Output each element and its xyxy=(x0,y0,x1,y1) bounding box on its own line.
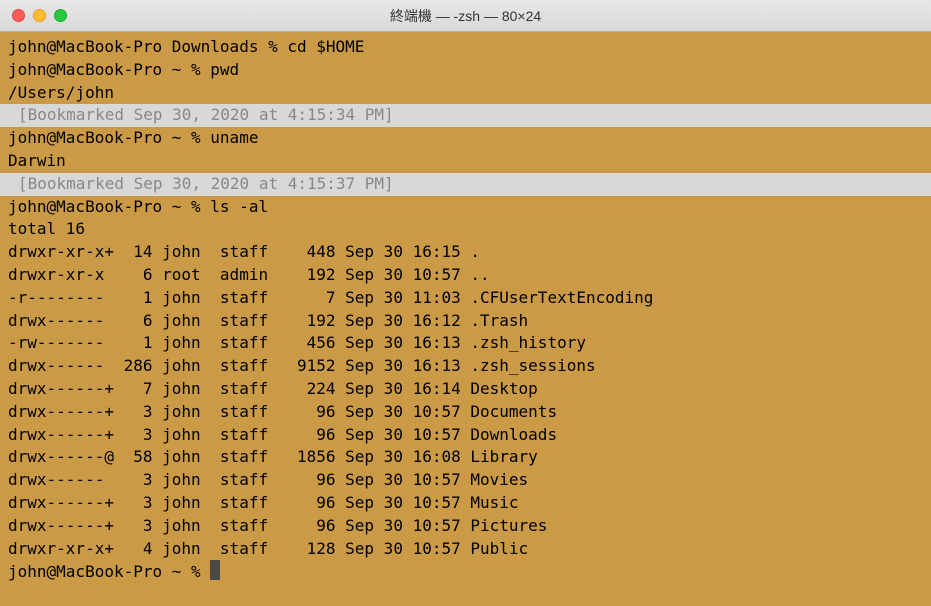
terminal-line: drwxr-xr-x+ 4 john staff 128 Sep 30 10:5… xyxy=(8,538,923,561)
close-button[interactable] xyxy=(12,9,25,22)
terminal-line: drwx------ 3 john staff 96 Sep 30 10:57 … xyxy=(8,469,923,492)
terminal-line: john@MacBook-Pro Downloads % cd $HOME xyxy=(8,36,923,59)
prompt-line: john@MacBook-Pro ~ % xyxy=(8,560,923,584)
terminal-line: drwx------+ 7 john staff 224 Sep 30 16:1… xyxy=(8,378,923,401)
terminal-line: drwx------+ 3 john staff 96 Sep 30 10:57… xyxy=(8,492,923,515)
terminal-line: john@MacBook-Pro ~ % pwd xyxy=(8,59,923,82)
terminal-line: -r-------- 1 john staff 7 Sep 30 11:03 .… xyxy=(8,287,923,310)
terminal-window: 終端機 — -zsh — 80×24 john@MacBook-Pro Down… xyxy=(0,0,931,606)
terminal-line: drwx------+ 3 john staff 96 Sep 30 10:57… xyxy=(8,424,923,447)
terminal-line: drwxr-xr-x+ 14 john staff 448 Sep 30 16:… xyxy=(8,241,923,264)
terminal-line: john@MacBook-Pro ~ % ls -al xyxy=(8,196,923,219)
terminal-line: drwx------@ 58 john staff 1856 Sep 30 16… xyxy=(8,446,923,469)
terminal-line: drwx------ 6 john staff 192 Sep 30 16:12… xyxy=(8,310,923,333)
window-title: 終端機 — -zsh — 80×24 xyxy=(12,6,919,26)
terminal-line: john@MacBook-Pro ~ % uname xyxy=(8,127,923,150)
terminal-area[interactable]: john@MacBook-Pro Downloads % cd $HOMEjoh… xyxy=(0,32,931,606)
terminal-line: drwxr-xr-x 6 root admin 192 Sep 30 10:57… xyxy=(8,264,923,287)
terminal-line: Darwin xyxy=(8,150,923,173)
terminal-line: drwx------+ 3 john staff 96 Sep 30 10:57… xyxy=(8,515,923,538)
titlebar[interactable]: 終端機 — -zsh — 80×24 xyxy=(0,0,931,32)
terminal-line: -rw------- 1 john staff 456 Sep 30 16:13… xyxy=(8,332,923,355)
terminal-line: total 16 xyxy=(8,218,923,241)
bookmark-line: [Bookmarked Sep 30, 2020 at 4:15:34 PM] xyxy=(0,104,931,127)
maximize-button[interactable] xyxy=(54,9,67,22)
terminal-line: drwx------ 286 john staff 9152 Sep 30 16… xyxy=(8,355,923,378)
terminal-line: drwx------+ 3 john staff 96 Sep 30 10:57… xyxy=(8,401,923,424)
terminal-line: /Users/john xyxy=(8,82,923,105)
traffic-lights xyxy=(12,9,67,22)
cursor xyxy=(210,560,220,580)
bookmark-line: [Bookmarked Sep 30, 2020 at 4:15:37 PM] xyxy=(0,173,931,196)
minimize-button[interactable] xyxy=(33,9,46,22)
